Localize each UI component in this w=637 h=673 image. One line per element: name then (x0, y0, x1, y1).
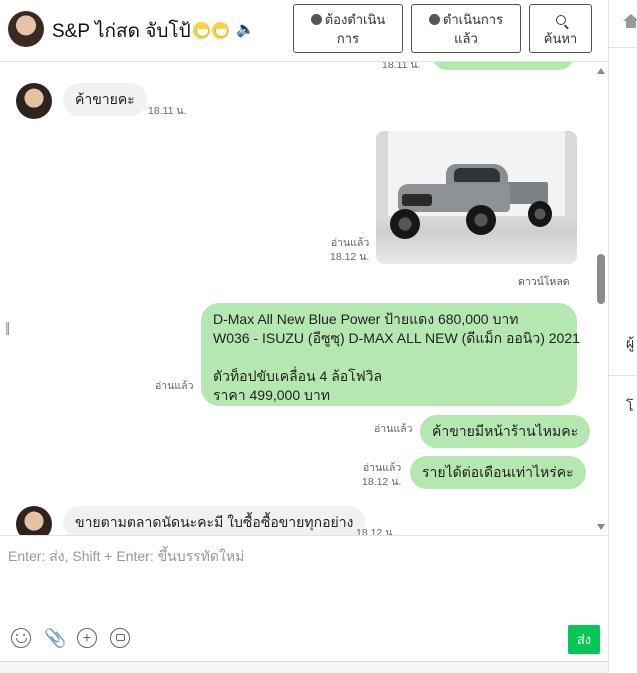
message-time: 18.12 น. (330, 251, 370, 263)
read-status: อ่านแล้ว (374, 423, 413, 435)
scroll-down-arrow-icon[interactable] (597, 524, 605, 530)
outgoing-message: D-Max All New Blue Power ป้ายแดง 680,000… (201, 303, 580, 406)
message-line: ราคา 499,000 บาท (213, 387, 330, 403)
message-scrollbar[interactable] (594, 62, 608, 535)
truck-photo[interactable] (376, 131, 577, 264)
emoji-icon[interactable] (11, 628, 31, 648)
composer: 📎 + ส่ง (0, 535, 608, 673)
divider (609, 47, 637, 48)
read-status: อ่านแล้ว (362, 462, 402, 474)
home-icon[interactable] (623, 14, 637, 28)
right-panel: ผู้ โ (608, 0, 637, 673)
speaker-icon[interactable]: 🔈 (236, 20, 255, 38)
todo-button[interactable]: ต้องดำเนิน การ (293, 4, 403, 53)
message-line (213, 348, 565, 367)
scroll-up-arrow-icon[interactable] (597, 68, 605, 74)
done-label-line2: แล้ว (454, 31, 478, 46)
done-button[interactable]: ดำเนินการ แล้ว (411, 4, 521, 53)
search-label: ค้นหา (543, 31, 578, 46)
check-circle-icon (428, 14, 440, 25)
chat-name: S&P ไก่สด จับโป้ (52, 21, 191, 42)
message-meta: อ่านแล้ว 18.12 น. (330, 236, 369, 264)
message-bubble-partial (432, 62, 574, 70)
message-line: ตัวท็อปขับเคลื่อน 4 ล้อโฟวิล (213, 368, 383, 384)
message-meta: อ่านแล้ว 18.12 น. (362, 461, 401, 489)
message-time: 18.12 น. (362, 476, 402, 488)
outgoing-message: ค้าขายมีหน้าร้านไหมคะ (420, 415, 591, 448)
todo-label-line1: ต้องดำเนิน (324, 12, 386, 27)
incoming-message: ค้าขายคะ (63, 83, 147, 116)
scroll-thumb[interactable] (597, 254, 605, 304)
read-status: อ่านแล้ว (330, 237, 370, 249)
message-time: 18.11 น. (148, 105, 187, 117)
resize-handle[interactable]: || (5, 319, 10, 335)
incoming-message: ขายตามตลาดนัดนะคะมี ใบซื้อซื้อขายทุกอย่า… (63, 506, 366, 535)
message-line: W036 - ISUZU (อีซูซุ) D-MAX ALL NEW (ดีแ… (213, 330, 580, 346)
contact-avatar[interactable] (8, 11, 44, 47)
outgoing-message: รายได้ต่อเดือนเท่าไหร่คะ (410, 456, 586, 489)
panel-label: โ (626, 398, 634, 414)
todo-label-line2: การ (336, 31, 360, 46)
search-icon (555, 15, 566, 25)
contact-avatar[interactable] (16, 83, 52, 119)
divider (609, 375, 637, 376)
message-input[interactable] (8, 546, 588, 616)
message-list[interactable]: 18.11 น. ค้าขายคะ 18.11 น. อ่านแล้ว 18.1… (0, 62, 594, 535)
panel-label: ผู้ (626, 335, 635, 351)
paperclip-icon[interactable]: 📎 (44, 628, 66, 648)
chat-title: S&P ไก่สด จับโป้ (52, 16, 229, 46)
message-time: 18.11 น. (382, 62, 421, 71)
emoji-chick-icon (192, 22, 210, 39)
bottom-bar (0, 661, 608, 673)
search-button[interactable]: ค้นหา (529, 4, 592, 53)
download-link[interactable]: ดาวน์โหลด (518, 275, 570, 289)
done-label-line1: ดำเนินการ (442, 12, 504, 27)
message-time: 18.12 น. (356, 527, 396, 535)
emoji-chick-icon (211, 22, 229, 39)
send-button[interactable]: ส่ง (568, 625, 600, 654)
chat-header: S&P ไก่สด จับโป้ 🔈 ต้องดำเนิน การ ดำเนิน… (0, 0, 608, 62)
message-line: D-Max All New Blue Power ป้ายแดง 680,000… (213, 311, 519, 327)
contact-avatar[interactable] (16, 506, 52, 535)
chat-bubble-icon (310, 14, 322, 25)
add-circle-icon[interactable]: + (77, 628, 97, 648)
read-status: อ่านแล้ว (155, 380, 194, 392)
chat-icon[interactable] (110, 628, 130, 648)
